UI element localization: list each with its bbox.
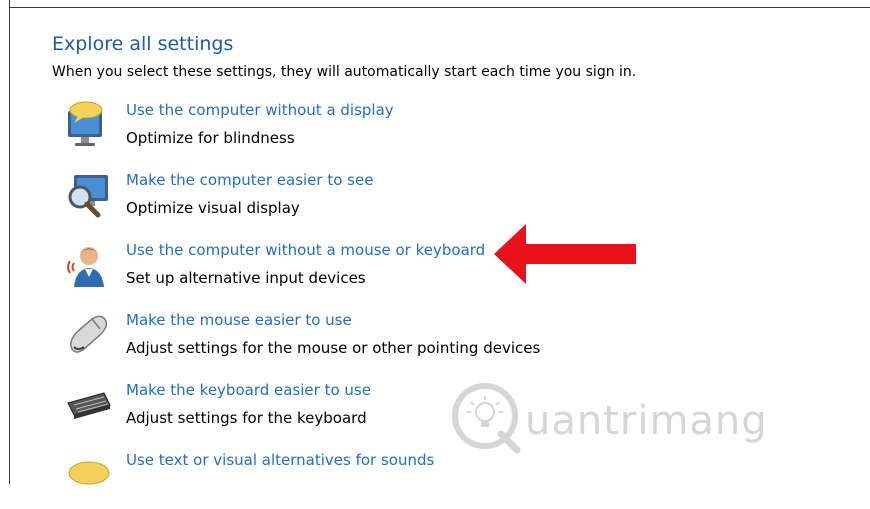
keyboard-icon — [64, 381, 114, 431]
link-keyboard-easier[interactable]: Make the keyboard easier to use — [126, 381, 371, 399]
window-left-border — [9, 0, 10, 484]
link-mouse-easier[interactable]: Make the mouse easier to use — [126, 311, 352, 329]
desc-keyboard-easier: Adjust settings for the keyboard — [126, 409, 367, 427]
link-without-display[interactable]: Use the computer without a display — [126, 101, 394, 119]
desc-mouse-easier: Adjust settings for the mouse or other p… — [126, 339, 541, 357]
mouse-icon — [64, 311, 114, 361]
monitor-speech-bubble-icon — [64, 101, 114, 151]
desc-without-mouse-keyboard: Set up alternative input devices — [126, 269, 366, 287]
section-description: When you select these settings, they wil… — [52, 64, 637, 80]
link-sound-alternatives[interactable]: Use text or visual alternatives for soun… — [126, 451, 434, 469]
magnifier-monitor-icon — [64, 171, 114, 221]
watermark: uantrimang — [447, 378, 777, 458]
setting-item-easier-to-see: Make the computer easier to see Optimize… — [60, 171, 620, 229]
link-without-mouse-keyboard[interactable]: Use the computer without a mouse or keyb… — [126, 241, 485, 259]
speech-bubble-icon — [64, 451, 114, 501]
person-speaking-icon — [64, 241, 114, 291]
desc-without-display: Optimize for blindness — [126, 129, 295, 147]
setting-item-sound-alternatives: Use text or visual alternatives for soun… — [60, 451, 620, 509]
desc-easier-to-see: Optimize visual display — [126, 199, 300, 217]
watermark-text: uantrimang — [525, 398, 768, 444]
red-arrow-icon — [492, 222, 640, 286]
quantrimang-logo-icon — [447, 378, 525, 462]
setting-item-without-display: Use the computer without a display Optim… — [60, 101, 620, 159]
link-easier-to-see[interactable]: Make the computer easier to see — [126, 171, 373, 189]
setting-item-mouse-easier: Make the mouse easier to use Adjust sett… — [60, 311, 620, 369]
section-title: Explore all settings — [52, 33, 234, 55]
window-top-border — [9, 7, 870, 8]
